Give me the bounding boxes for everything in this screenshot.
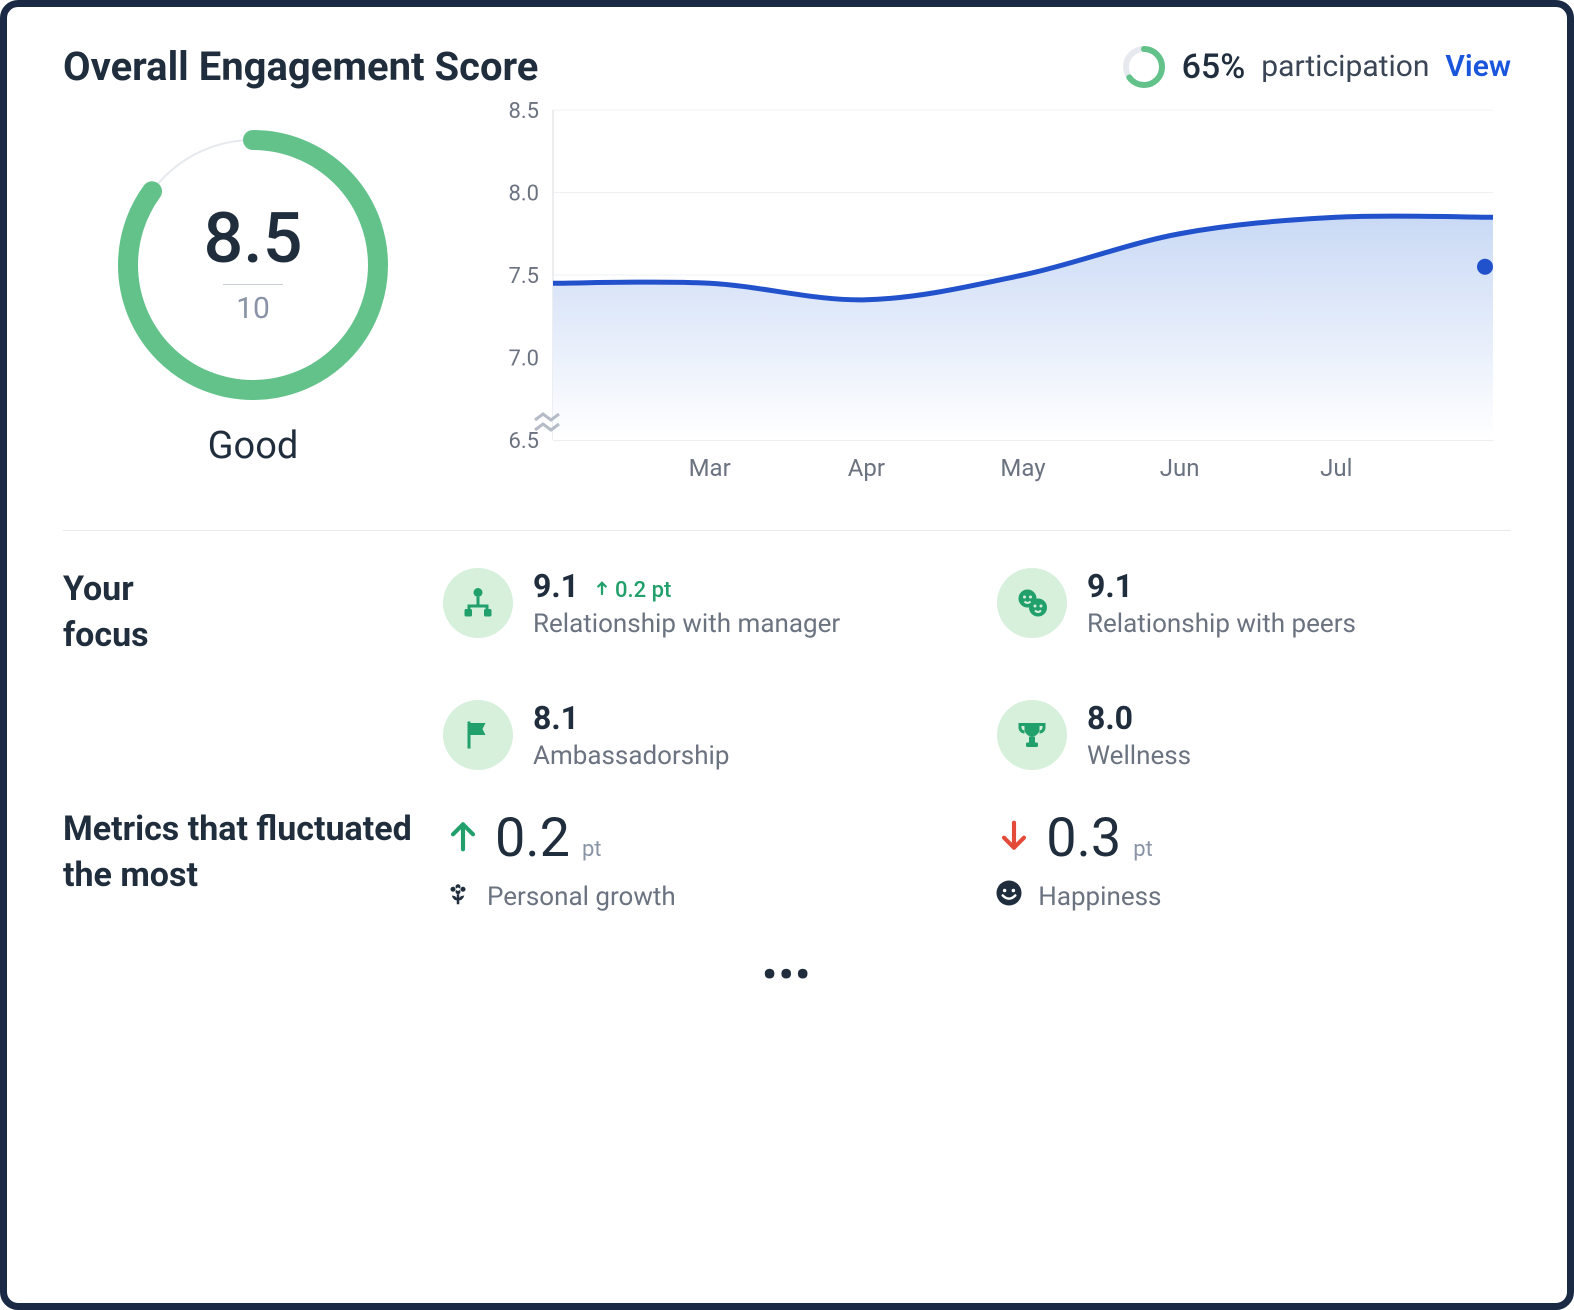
focus-item[interactable]: 8.0 Wellness [997, 699, 1511, 771]
smile-icon [994, 878, 1024, 915]
fluctuation-grid: 0.2 pt Personal growth 0.3 pt Happiness [443, 807, 1511, 915]
participation-pct: 65% [1182, 47, 1246, 87]
arrow-up-icon [593, 578, 611, 603]
arrow-down-icon [994, 816, 1034, 860]
fluct-name: Personal growth [487, 882, 676, 912]
gauge-divider [223, 284, 283, 285]
fluct-value: 0.3 [1046, 807, 1121, 870]
more-indicator[interactable]: ••• [63, 951, 1511, 998]
gauge-score: 8.5 [203, 204, 302, 274]
focus-name: Ambassadorship [533, 741, 729, 771]
fluctuation-heading: Metrics that fluctuated the most [63, 807, 443, 915]
engagement-dashboard: Overall Engagement Score 65% participati… [0, 0, 1574, 1310]
svg-text:Mar: Mar [689, 454, 731, 482]
focus-item[interactable]: 8.1 Ambassadorship [443, 699, 957, 771]
svg-text:Jul: Jul [1320, 454, 1352, 482]
svg-text:Apr: Apr [848, 454, 885, 482]
trophy-icon [997, 700, 1067, 770]
focus-heading: Your focus [63, 567, 443, 771]
focus-name: Relationship with manager [533, 609, 840, 639]
fluctuation-section: Metrics that fluctuated the most 0.2 pt … [63, 797, 1511, 941]
focus-item[interactable]: 9.1 Relationship with peers [997, 567, 1511, 639]
svg-text:May: May [1000, 454, 1046, 482]
fluct-unit: pt [582, 837, 602, 862]
focus-delta: 0.2 pt [593, 578, 671, 603]
gauge-column: 8.5 10 Good [63, 100, 443, 500]
top-section: 8.5 10 Good 8.5 8.0 7.5 7.0 6.5 [63, 100, 1511, 531]
fluct-value: 0.2 [495, 807, 570, 870]
svg-text:8.0: 8.0 [508, 182, 539, 207]
arrow-up-icon [443, 816, 483, 860]
fluctuation-item[interactable]: 0.3 pt Happiness [994, 807, 1485, 915]
focus-grid: 9.1 0.2 pt Relationship with manager 9.1… [443, 567, 1511, 771]
fluct-unit: pt [1133, 837, 1153, 862]
participation-view-link[interactable]: View [1445, 49, 1511, 84]
svg-text:7.0: 7.0 [508, 347, 539, 372]
svg-text:Jun: Jun [1160, 454, 1200, 482]
fluctuation-item[interactable]: 0.2 pt Personal growth [443, 807, 934, 915]
focus-value: 8.0 [1087, 699, 1133, 737]
fluct-name: Happiness [1038, 882, 1161, 912]
score-gauge: 8.5 10 [108, 120, 398, 410]
focus-name: Wellness [1087, 741, 1191, 771]
svg-text:8.5: 8.5 [508, 100, 539, 124]
focus-value: 8.1 [533, 699, 579, 737]
focus-name: Relationship with peers [1087, 609, 1356, 639]
participation-ring-icon [1122, 45, 1166, 89]
participation: 65% participation View [1122, 45, 1511, 89]
focus-value: 9.1 [1087, 567, 1133, 605]
focus-value: 9.1 [533, 567, 579, 605]
header: Overall Engagement Score 65% participati… [63, 43, 1511, 90]
svg-text:7.5: 7.5 [508, 264, 539, 289]
peers-icon [997, 568, 1067, 638]
page-title: Overall Engagement Score [63, 43, 538, 90]
focus-item[interactable]: 9.1 0.2 pt Relationship with manager [443, 567, 957, 639]
focus-section: Your focus 9.1 0.2 pt Relationship with … [63, 531, 1511, 797]
participation-label: participation [1261, 49, 1429, 84]
svg-text:6.5: 6.5 [508, 429, 539, 454]
gauge-max: 10 [236, 291, 270, 326]
gauge-rating: Good [63, 424, 443, 468]
flower-icon [443, 878, 473, 915]
hierarchy-icon [443, 568, 513, 638]
flag-icon [443, 700, 513, 770]
trend-chart-svg: 8.5 8.0 7.5 7.0 6.5 Mar Apr May Jun Jul [483, 100, 1493, 500]
trend-chart: 8.5 8.0 7.5 7.0 6.5 Mar Apr May Jun Jul [483, 100, 1511, 500]
